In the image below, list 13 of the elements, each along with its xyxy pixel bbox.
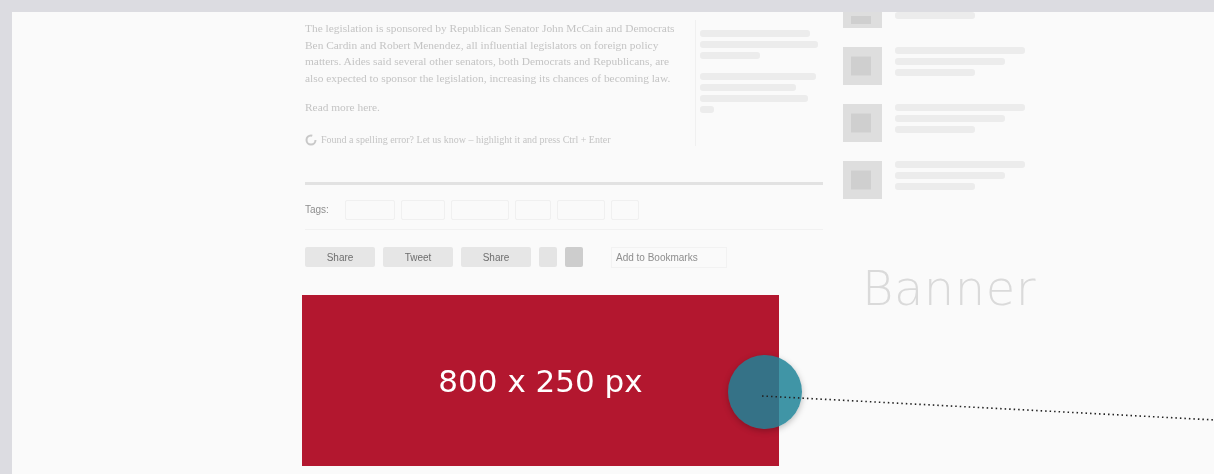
blurred-headline[interactable] (895, 12, 975, 19)
thumbnail-image (843, 161, 882, 199)
share-button[interactable]: Share (305, 247, 375, 267)
thumbnail-image (843, 47, 882, 85)
share-button[interactable]: Share (461, 247, 531, 267)
thumbnail-image (843, 104, 882, 142)
thumbnail-image (843, 12, 882, 28)
bookmark-link[interactable]: Add to Bookmarks (611, 246, 727, 268)
share-button[interactable]: Tweet (383, 247, 453, 267)
spinner-icon (305, 133, 317, 146)
tags-label: Tags: (305, 204, 329, 215)
print-icon[interactable] (565, 247, 583, 267)
ad-size-label: 800 x 250 px (438, 362, 643, 399)
